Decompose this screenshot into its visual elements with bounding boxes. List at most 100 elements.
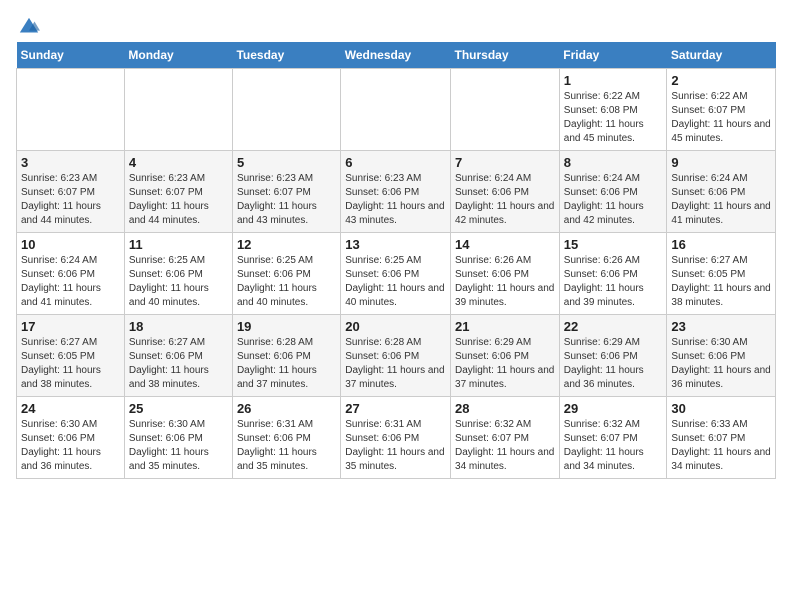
calendar-cell: 13 Sunrise: 6:25 AM Sunset: 6:06 PM Dayli… xyxy=(341,233,451,315)
calendar-cell: 23 Sunrise: 6:30 AM Sunset: 6:06 PM Dayli… xyxy=(667,315,776,397)
calendar-cell: 14 Sunrise: 6:26 AM Sunset: 6:06 PM Dayli… xyxy=(451,233,560,315)
day-number: 13 xyxy=(345,237,446,252)
day-number: 9 xyxy=(671,155,771,170)
day-number: 21 xyxy=(455,319,555,334)
day-number: 18 xyxy=(129,319,228,334)
calendar-cell: 22Sunrise: 6:29 AM Sunset: 6:06 PM Dayli… xyxy=(559,315,667,397)
day-info: Sunrise: 6:22 AM Sunset: 6:08 PM Dayligh… xyxy=(564,90,663,146)
calendar-cell: 6 Sunrise: 6:23 AM Sunset: 6:06 PM Daylig… xyxy=(341,151,451,233)
calendar-cell xyxy=(17,69,125,151)
day-number: 7 xyxy=(455,155,555,170)
weekday-header-thursday: Thursday xyxy=(451,42,560,69)
weekday-header-wednesday: Wednesday xyxy=(341,42,451,69)
day-info: Sunrise: 6:24 AM Sunset: 6:06 PM Dayligh… xyxy=(455,172,555,228)
week-row-3: 10 Sunrise: 6:24 AM Sunset: 6:06 PM Dayli… xyxy=(17,233,776,315)
calendar-cell: 20 Sunrise: 6:28 AM Sunset: 6:06 PM Dayli… xyxy=(341,315,451,397)
day-number: 2 xyxy=(671,73,771,88)
day-info: Sunrise: 6:32 AM Sunset: 6:07 PM Dayligh… xyxy=(564,418,663,474)
day-number: 25 xyxy=(129,401,228,416)
day-info: Sunrise: 6:31 AM Sunset: 6:06 PM Dayligh… xyxy=(345,418,446,474)
day-number: 19 xyxy=(237,319,336,334)
calendar-cell: 26 Sunrise: 6:31 AM Sunset: 6:06 PM Dayli… xyxy=(232,397,340,479)
calendar-cell: 28 Sunrise: 6:32 AM Sunset: 6:07 PM Dayli… xyxy=(451,397,560,479)
calendar-cell: 9 Sunrise: 6:24 AM Sunset: 6:06 PM Daylig… xyxy=(667,151,776,233)
day-info: Sunrise: 6:27 AM Sunset: 6:05 PM Dayligh… xyxy=(21,336,120,392)
day-info: Sunrise: 6:28 AM Sunset: 6:06 PM Dayligh… xyxy=(237,336,336,392)
day-info: Sunrise: 6:24 AM Sunset: 6:06 PM Dayligh… xyxy=(671,172,771,228)
calendar-cell: 17 Sunrise: 6:27 AM Sunset: 6:05 PM Dayli… xyxy=(17,315,125,397)
calendar-cell: 29Sunrise: 6:32 AM Sunset: 6:07 PM Dayli… xyxy=(559,397,667,479)
day-number: 4 xyxy=(129,155,228,170)
weekday-header-tuesday: Tuesday xyxy=(232,42,340,69)
calendar-cell: 15 Sunrise: 6:26 AM Sunset: 6:06 PM Dayli… xyxy=(559,233,667,315)
week-row-1: 1 Sunrise: 6:22 AM Sunset: 6:08 PM Daylig… xyxy=(17,69,776,151)
calendar-cell: 3 Sunrise: 6:23 AM Sunset: 6:07 PM Daylig… xyxy=(17,151,125,233)
calendar-cell: 19 Sunrise: 6:28 AM Sunset: 6:06 PM Dayli… xyxy=(232,315,340,397)
day-number: 27 xyxy=(345,401,446,416)
day-info: Sunrise: 6:22 AM Sunset: 6:07 PM Dayligh… xyxy=(671,90,771,146)
day-info: Sunrise: 6:23 AM Sunset: 6:06 PM Dayligh… xyxy=(345,172,446,228)
day-number: 16 xyxy=(671,237,771,252)
day-number: 12 xyxy=(237,237,336,252)
calendar-cell: 8 Sunrise: 6:24 AM Sunset: 6:06 PM Daylig… xyxy=(559,151,667,233)
week-row-4: 17 Sunrise: 6:27 AM Sunset: 6:05 PM Dayli… xyxy=(17,315,776,397)
day-info: Sunrise: 6:25 AM Sunset: 6:06 PM Dayligh… xyxy=(129,254,228,310)
calendar-cell: 12 Sunrise: 6:25 AM Sunset: 6:06 PM Dayli… xyxy=(232,233,340,315)
day-info: Sunrise: 6:31 AM Sunset: 6:06 PM Dayligh… xyxy=(237,418,336,474)
calendar-cell: 27 Sunrise: 6:31 AM Sunset: 6:06 PM Dayli… xyxy=(341,397,451,479)
calendar-table: SundayMondayTuesdayWednesdayThursdayFrid… xyxy=(16,42,776,479)
day-info: Sunrise: 6:26 AM Sunset: 6:06 PM Dayligh… xyxy=(455,254,555,310)
calendar-cell: 1 Sunrise: 6:22 AM Sunset: 6:08 PM Daylig… xyxy=(559,69,667,151)
day-number: 24 xyxy=(21,401,120,416)
day-number: 23 xyxy=(671,319,771,334)
logo-icon xyxy=(18,16,40,38)
day-number: 6 xyxy=(345,155,446,170)
calendar-cell: 5 Sunrise: 6:23 AM Sunset: 6:07 PM Daylig… xyxy=(232,151,340,233)
weekday-header-sunday: Sunday xyxy=(17,42,125,69)
calendar-cell xyxy=(124,69,232,151)
day-info: Sunrise: 6:24 AM Sunset: 6:06 PM Dayligh… xyxy=(21,254,120,310)
day-info: Sunrise: 6:25 AM Sunset: 6:06 PM Dayligh… xyxy=(237,254,336,310)
day-info: Sunrise: 6:26 AM Sunset: 6:06 PM Dayligh… xyxy=(564,254,663,310)
day-number: 14 xyxy=(455,237,555,252)
day-info: Sunrise: 6:30 AM Sunset: 6:06 PM Dayligh… xyxy=(129,418,228,474)
calendar-body: 1 Sunrise: 6:22 AM Sunset: 6:08 PM Daylig… xyxy=(17,69,776,479)
day-number: 11 xyxy=(129,237,228,252)
day-number: 10 xyxy=(21,237,120,252)
calendar-cell: 18 Sunrise: 6:27 AM Sunset: 6:06 PM Dayli… xyxy=(124,315,232,397)
day-info: Sunrise: 6:27 AM Sunset: 6:06 PM Dayligh… xyxy=(129,336,228,392)
day-info: Sunrise: 6:29 AM Sunset: 6:06 PM Dayligh… xyxy=(564,336,663,392)
day-number: 15 xyxy=(564,237,663,252)
calendar-cell: 24 Sunrise: 6:30 AM Sunset: 6:06 PM Dayli… xyxy=(17,397,125,479)
day-info: Sunrise: 6:25 AM Sunset: 6:06 PM Dayligh… xyxy=(345,254,446,310)
day-number: 1 xyxy=(564,73,663,88)
calendar-cell: 10 Sunrise: 6:24 AM Sunset: 6:06 PM Dayli… xyxy=(17,233,125,315)
day-number: 26 xyxy=(237,401,336,416)
day-number: 20 xyxy=(345,319,446,334)
page-header xyxy=(16,16,776,34)
calendar-cell: 16 Sunrise: 6:27 AM Sunset: 6:05 PM Dayli… xyxy=(667,233,776,315)
calendar-cell: 21 Sunrise: 6:29 AM Sunset: 6:06 PM Dayli… xyxy=(451,315,560,397)
week-row-5: 24 Sunrise: 6:30 AM Sunset: 6:06 PM Dayli… xyxy=(17,397,776,479)
day-info: Sunrise: 6:29 AM Sunset: 6:06 PM Dayligh… xyxy=(455,336,555,392)
day-number: 17 xyxy=(21,319,120,334)
day-number: 5 xyxy=(237,155,336,170)
weekday-header-row: SundayMondayTuesdayWednesdayThursdayFrid… xyxy=(17,42,776,69)
day-info: Sunrise: 6:30 AM Sunset: 6:06 PM Dayligh… xyxy=(21,418,120,474)
calendar-cell xyxy=(232,69,340,151)
day-info: Sunrise: 6:27 AM Sunset: 6:05 PM Dayligh… xyxy=(671,254,771,310)
day-number: 28 xyxy=(455,401,555,416)
calendar-cell: 30Sunrise: 6:33 AM Sunset: 6:07 PM Dayli… xyxy=(667,397,776,479)
day-number: 8 xyxy=(564,155,663,170)
day-info: Sunrise: 6:23 AM Sunset: 6:07 PM Dayligh… xyxy=(237,172,336,228)
calendar-cell xyxy=(341,69,451,151)
calendar-cell: 7 Sunrise: 6:24 AM Sunset: 6:06 PM Daylig… xyxy=(451,151,560,233)
day-info: Sunrise: 6:28 AM Sunset: 6:06 PM Dayligh… xyxy=(345,336,446,392)
day-info: Sunrise: 6:32 AM Sunset: 6:07 PM Dayligh… xyxy=(455,418,555,474)
day-info: Sunrise: 6:33 AM Sunset: 6:07 PM Dayligh… xyxy=(671,418,771,474)
day-number: 3 xyxy=(21,155,120,170)
day-info: Sunrise: 6:24 AM Sunset: 6:06 PM Dayligh… xyxy=(564,172,663,228)
day-info: Sunrise: 6:23 AM Sunset: 6:07 PM Dayligh… xyxy=(21,172,120,228)
day-info: Sunrise: 6:30 AM Sunset: 6:06 PM Dayligh… xyxy=(671,336,771,392)
weekday-header-saturday: Saturday xyxy=(667,42,776,69)
